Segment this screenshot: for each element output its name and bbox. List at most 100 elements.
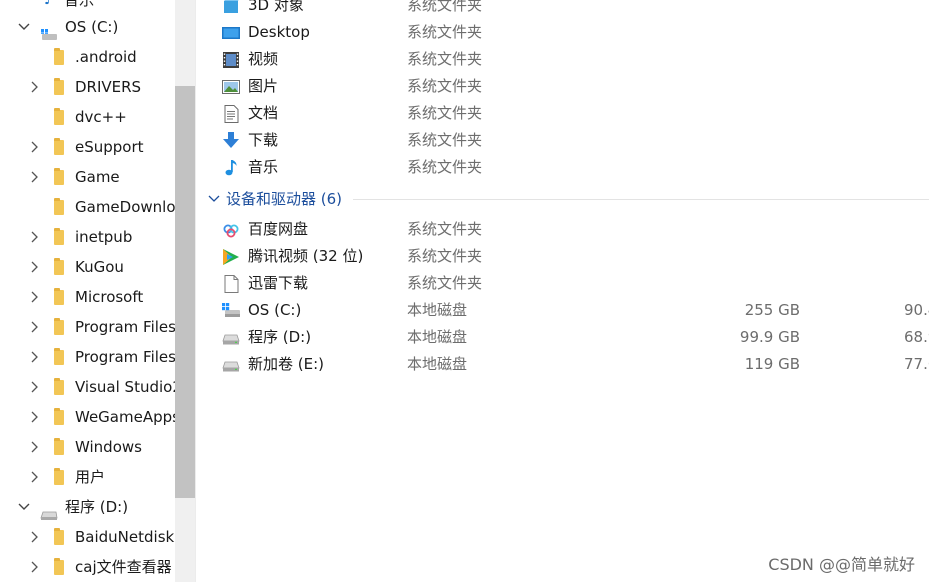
chevron-right-icon[interactable] (26, 522, 42, 552)
nav-scrollbar[interactable] (175, 0, 195, 582)
list-item[interactable]: 腾讯视频 (32 位) 系统文件夹 (196, 243, 929, 270)
item-name: 图片 (248, 77, 279, 95)
folder-icon (54, 438, 64, 455)
nav-folder-item[interactable]: .android (0, 42, 175, 72)
item-name: 文档 (248, 104, 279, 122)
item-type: 本地磁盘 (407, 328, 468, 346)
list-item[interactable]: 视频 系统文件夹 (196, 46, 929, 73)
chevron-right-icon[interactable] (26, 372, 42, 402)
nav-item-label: Program Files (75, 318, 175, 336)
chevron-right-icon[interactable] (26, 312, 42, 342)
item-name: 下载 (248, 131, 279, 149)
chevron-right-icon[interactable] (26, 282, 42, 312)
item-name: 视频 (248, 50, 279, 68)
item-name: 程序 (D:) (248, 328, 312, 346)
nav-folder-item[interactable]: caj文件查看器 (0, 552, 175, 582)
list-item[interactable]: 音乐 系统文件夹 (196, 154, 929, 181)
nav-folder-item[interactable]: WeGameApps (0, 402, 175, 432)
item-free-space: 68.9 (904, 328, 929, 346)
nav-drive-c[interactable]: OS (C:) (0, 12, 175, 42)
nav-folder-item[interactable]: dvc++ (0, 102, 175, 132)
nav-item-label: DRIVERS (75, 78, 142, 96)
nav-item-label: .android (75, 48, 137, 66)
item-total-size: 99.9 GB (739, 328, 800, 346)
nav-folder-item[interactable]: DRIVERS (0, 72, 175, 102)
devices-group-header[interactable]: 设备和驱动器 (6) (196, 186, 929, 212)
item-name: 音乐 (248, 158, 279, 176)
chevron-right-icon[interactable] (26, 462, 42, 492)
chevron-right-icon[interactable] (26, 402, 42, 432)
item-total-size: 255 GB (744, 301, 800, 319)
nav-folder-item[interactable]: eSupport (0, 132, 175, 162)
list-item[interactable]: 文档 系统文件夹 (196, 100, 929, 127)
chevron-right-icon[interactable] (26, 342, 42, 372)
nav-folder-item[interactable]: GameDownlo (0, 192, 175, 222)
item-name: 3D 对象 (248, 0, 304, 14)
nav-folder-item[interactable]: Game (0, 162, 175, 192)
chevron-right-icon[interactable] (26, 222, 42, 252)
folder-icon (54, 528, 64, 545)
blank-file-icon (222, 275, 240, 293)
navigation-pane[interactable]: ♪ 音乐 OS (C:) .android DRIVERS dvc++ eSuppor… (0, 0, 175, 582)
folder-icon (54, 228, 64, 245)
nav-item-label: dvc++ (75, 108, 127, 126)
hard-drive-icon (222, 329, 240, 347)
list-item[interactable]: Desktop 系统文件夹 (196, 19, 929, 46)
nav-item-label: GameDownlo (75, 198, 175, 216)
chevron-down-icon[interactable] (16, 492, 32, 522)
list-item[interactable]: 百度网盘 系统文件夹 (196, 216, 929, 243)
nav-item-label: OS (C:) (65, 18, 119, 36)
content-pane: 3D 对象 系统文件夹 Desktop 系统文件夹 视频 系统文件夹 图片 系统文件夹 文档 系统… (196, 0, 929, 582)
nav-folder-item[interactable]: Program Files (0, 312, 175, 342)
folder-icon (54, 138, 64, 155)
downloads-icon (222, 132, 240, 150)
folder-icon (54, 168, 64, 185)
item-type: 系统文件夹 (407, 23, 483, 41)
item-name: Desktop (248, 23, 310, 41)
nav-folder-item[interactable]: inetpub (0, 222, 175, 252)
item-free-space: 77.0 (904, 355, 929, 373)
item-name: 新加卷 (E:) (248, 355, 325, 373)
nav-item-label: caj文件查看器 (75, 558, 172, 576)
folder-icon (54, 48, 64, 65)
nav-item-label: 用户 (75, 468, 106, 486)
pictures-icon (222, 78, 240, 96)
nav-item-label: eSupport (75, 138, 144, 156)
chevron-right-icon[interactable] (26, 252, 42, 282)
nav-drive-d[interactable]: 程序 (D:) (0, 492, 175, 522)
chevron-right-icon[interactable] (26, 132, 42, 162)
item-name: OS (C:) (248, 301, 302, 319)
chevron-down-icon[interactable] (16, 12, 32, 42)
group-divider-line (353, 199, 929, 200)
list-item[interactable]: 新加卷 (E:) 本地磁盘 119 GB 77.0 (196, 351, 929, 378)
nav-folder-item[interactable]: KuGou (0, 252, 175, 282)
list-item[interactable]: 程序 (D:) 本地磁盘 99.9 GB 68.9 (196, 324, 929, 351)
item-total-size: 119 GB (744, 355, 800, 373)
3d-objects-icon (222, 0, 240, 15)
nav-item-label: KuGou (75, 258, 124, 276)
nav-folder-item[interactable]: BaiduNetdiskl (0, 522, 175, 552)
nav-item-label: WeGameApps (75, 408, 175, 426)
list-item[interactable]: OS (C:) 本地磁盘 255 GB 90.4 (196, 297, 929, 324)
chevron-right-icon[interactable] (26, 72, 42, 102)
nav-folder-item[interactable]: Windows (0, 432, 175, 462)
nav-item-label: BaiduNetdiskl (75, 528, 175, 546)
chevron-right-icon[interactable] (26, 162, 42, 192)
list-item[interactable]: 下载 系统文件夹 (196, 127, 929, 154)
chevron-right-icon[interactable] (26, 432, 42, 462)
nav-item-label: Microsoft (75, 288, 144, 306)
nav-folder-item[interactable]: Program Files (0, 342, 175, 372)
nav-folder-item[interactable]: 用户 (0, 462, 175, 492)
list-item[interactable]: 图片 系统文件夹 (196, 73, 929, 100)
music-icon (222, 159, 240, 177)
list-item[interactable]: 3D 对象 系统文件夹 (196, 0, 929, 19)
hard-drive-icon (222, 356, 240, 374)
folder-icon (54, 258, 64, 275)
item-name: 腾讯视频 (32 位) (248, 247, 364, 265)
nav-folder-item[interactable]: Microsoft (0, 282, 175, 312)
list-item[interactable]: 迅雷下载 系统文件夹 (196, 270, 929, 297)
chevron-right-icon[interactable] (26, 552, 42, 582)
desktop-icon (222, 24, 240, 42)
nav-folder-item[interactable]: Visual Studio2 (0, 372, 175, 402)
scrollbar-thumb[interactable] (175, 86, 195, 498)
